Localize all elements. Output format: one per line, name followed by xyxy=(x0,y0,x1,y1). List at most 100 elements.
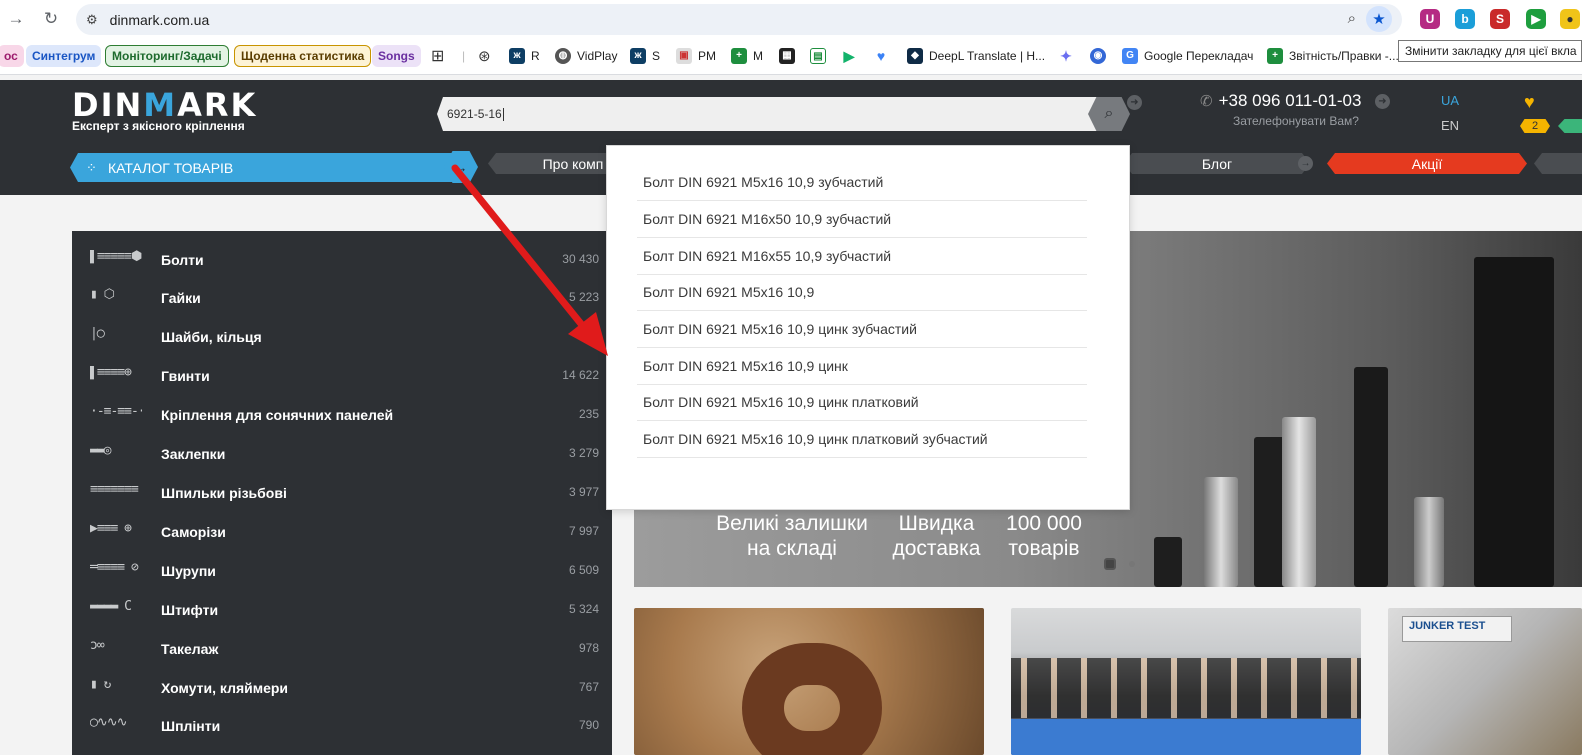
promo-tile-washer[interactable] xyxy=(634,608,984,755)
zoom-icon[interactable]: ⌕ xyxy=(1348,10,1356,27)
category-count: 3 279 xyxy=(568,446,599,460)
category-item-bolts[interactable]: ▌≡≡≡≡≡⬢ Болти 30 430 xyxy=(72,241,612,280)
promo-tile-team[interactable] xyxy=(1011,608,1361,755)
globe-icon: ◍ xyxy=(555,48,571,64)
category-label: Шайби, кільця xyxy=(161,329,262,345)
search-suggestion[interactable]: Болт DIN 6921 M5x16 10,9 зубчастий xyxy=(637,164,1087,201)
bookmark-item[interactable]: жS xyxy=(630,45,660,67)
video-extension-icon[interactable]: ▶ xyxy=(1526,9,1546,29)
b-extension-icon[interactable]: b xyxy=(1455,9,1475,29)
reload-icon[interactable]: ↻ xyxy=(40,8,62,30)
wood-screw-icon: ═≡≡≡≡ ⊘ xyxy=(90,561,139,575)
carousel-dot[interactable] xyxy=(1129,561,1135,567)
self-tapping-screw-icon: ▶≡≡≡ ⊕ xyxy=(90,522,132,536)
category-item-rigging[interactable]: ɔ∞ Такелаж 978 xyxy=(72,630,612,669)
bookmark-item[interactable]: ▣ PM xyxy=(676,45,716,67)
category-item-washers[interactable]: │◯ Шайби, кільця 5 0 xyxy=(72,318,612,357)
yellow-extension-icon[interactable]: ● xyxy=(1560,9,1580,29)
category-item-rivets[interactable]: ▬▬◎ Заклепки 3 279 xyxy=(72,435,612,474)
category-item-threaded-rods[interactable]: ≡≡≡≡≡≡≡ Шпильки різьбові 3 977 xyxy=(72,474,612,513)
search-suggestion[interactable]: Болт DIN 6921 M5x16 10,9 цинк платковий xyxy=(637,384,1087,421)
lang-en[interactable]: EN xyxy=(1441,118,1459,133)
bookmark-label: Щоденна статистика xyxy=(241,49,365,63)
phone-icon: ✆ xyxy=(1200,93,1213,110)
category-item-solar-mounts[interactable]: ·-≡-≡≡-· Кріплення для сонячних панелей … xyxy=(72,396,612,435)
category-item-screws[interactable]: ▌≡≡≡≡⊕ Гвинти 14 622 xyxy=(72,357,612,396)
banner-text: Швидка xyxy=(898,512,975,535)
nut-icon: ▮ ⬡ xyxy=(90,288,115,302)
bookmark-item[interactable]: ◍ VidPlay xyxy=(555,45,617,67)
search-input[interactable]: 6921-5-16 xyxy=(437,97,1097,131)
category-label: Кріплення для сонячних панелей xyxy=(161,407,394,423)
search-suggestion[interactable]: Болт DIN 6921 M5x16 10,9 xyxy=(637,274,1087,311)
bookmark-item[interactable]: жR xyxy=(509,45,540,67)
bookmark-item[interactable]: ◆ DeepL Translate | H... xyxy=(907,45,1045,67)
grid-icon[interactable]: ⊞ xyxy=(431,45,444,67)
search-suggestion[interactable]: Болт DIN 6921 M5x16 10,9 цинк зубчастий xyxy=(637,311,1087,348)
lang-ua[interactable]: UA xyxy=(1441,93,1459,108)
url-text[interactable]: dinmark.com.ua xyxy=(110,12,210,28)
category-item-nuts[interactable]: ▮ ⬡ Гайки 5 223 xyxy=(72,279,612,318)
nav-more[interactable] xyxy=(1534,153,1582,174)
phone-number[interactable]: ✆ +38 096 011-01-03 xyxy=(1200,91,1361,111)
podcast-icon[interactable]: ◉ xyxy=(1090,45,1112,67)
bookmark-label: M xyxy=(753,49,763,63)
heart-icon[interactable]: ♥ xyxy=(873,45,895,67)
search-suggestion[interactable]: Болт DIN 6921 M5x16 10,9 цинк xyxy=(637,348,1087,385)
catalog-label: КАТАЛОГ ТОВАРІВ xyxy=(108,160,234,176)
category-count: 6 509 xyxy=(568,563,599,577)
site-settings-icon[interactable]: ⚙ xyxy=(86,12,98,28)
bookmarks-bar: ос Синтегрум Моніторинг/Задачі Щоденна с… xyxy=(0,38,1582,75)
bookmark-item[interactable]: + M xyxy=(731,45,763,67)
banner-bolt-image xyxy=(1414,497,1444,587)
carousel-dot[interactable] xyxy=(1104,558,1116,570)
nav-promo[interactable]: Акції xyxy=(1327,153,1527,174)
rozetka-icon: ж xyxy=(509,48,525,64)
promo-tile-junker[interactable]: JUNKER TEST xyxy=(1388,608,1582,755)
bookmark-item[interactable]: + Звітність/Правки -... xyxy=(1267,45,1399,67)
category-item-pins[interactable]: ▬▬▬▬ C Штифти 5 324 xyxy=(72,591,612,630)
arrow-right-icon[interactable]: ➜ xyxy=(1375,94,1390,109)
search-suggestion[interactable]: Болт DIN 6921 M5x16 10,9 цинк платковий … xyxy=(637,421,1087,458)
bookmark-item[interactable]: ос xyxy=(0,45,24,67)
category-item-self-tapping-screws[interactable]: ▶≡≡≡ ⊕ Саморізи 7 997 xyxy=(72,513,612,552)
bookmark-item[interactable]: Синтегрум xyxy=(26,45,102,67)
forward-icon[interactable]: → xyxy=(5,8,27,30)
calendar-icon[interactable]: ▤ xyxy=(810,45,832,67)
sheets-icon: + xyxy=(1267,48,1283,64)
bookmark-item[interactable]: Моніторинг/Задачі xyxy=(105,45,229,67)
nav-blog-label: Блог xyxy=(1201,155,1233,172)
bookmark-star-icon[interactable]: ★ xyxy=(1366,6,1392,32)
search-suggestion[interactable]: Болт DIN 6921 M16x50 10,9 зубчастий xyxy=(637,201,1087,238)
address-bar[interactable]: ⚙ dinmark.com.ua ⌕ ★ xyxy=(76,4,1402,35)
category-label: Шплінти xyxy=(161,718,221,734)
banner-feature-stock: Великі залишки на складі xyxy=(712,511,872,561)
bookmark-item[interactable]: Щоденна статистика xyxy=(234,45,372,67)
favorites-icon[interactable]: ♥ xyxy=(1524,92,1535,113)
browser-toolbar: → ↻ ⚙ dinmark.com.ua ⌕ ★ U b S ▶ ● xyxy=(0,0,1582,38)
bookmark-item[interactable]: G Google Перекладач xyxy=(1122,45,1253,67)
play-icon[interactable]: ▶ xyxy=(841,45,863,67)
s-extension-icon[interactable]: S xyxy=(1490,9,1510,29)
search-suggestion[interactable]: Болт DIN 6921 M16x55 10,9 зубчастий xyxy=(637,238,1087,275)
nav-blog[interactable]: Блог xyxy=(1124,153,1310,174)
category-item-clamps[interactable]: ▮ ↻ Хомути, кляймери 767 xyxy=(72,669,612,708)
openai-icon[interactable]: ⊛ xyxy=(478,45,491,67)
banner-text: Великі залишки xyxy=(716,512,868,535)
callback-link[interactable]: Зателефонувати Вам? xyxy=(1233,114,1359,128)
bookmark-label: Синтегрум xyxy=(32,49,96,63)
search-button[interactable]: ⌕ xyxy=(1088,97,1130,131)
s-app-icon: ж xyxy=(630,48,646,64)
ublock-icon[interactable]: U xyxy=(1420,9,1440,29)
gemini-icon[interactable]: ✦ xyxy=(1058,45,1080,67)
phone-text: +38 096 011-01-03 xyxy=(1218,91,1362,110)
arrow-right-icon[interactable]: ➜ xyxy=(1127,95,1142,110)
category-label: Шпильки різьбові xyxy=(161,485,287,501)
washer-image xyxy=(742,643,882,755)
arrow-right-icon[interactable]: → xyxy=(1298,156,1313,171)
bookmark-item[interactable]: Songs xyxy=(372,45,421,67)
mosaic-icon[interactable]: ▦ xyxy=(779,45,801,67)
category-item-cotter-pins[interactable]: ◯∿∿∿ Шплінти 790 xyxy=(72,707,612,746)
catalog-button[interactable]: ⁘ КАТАЛОГ ТОВАРІВ xyxy=(70,153,454,182)
category-item-wood-screws[interactable]: ═≡≡≡≡ ⊘ Шурупи 6 509 xyxy=(72,552,612,591)
